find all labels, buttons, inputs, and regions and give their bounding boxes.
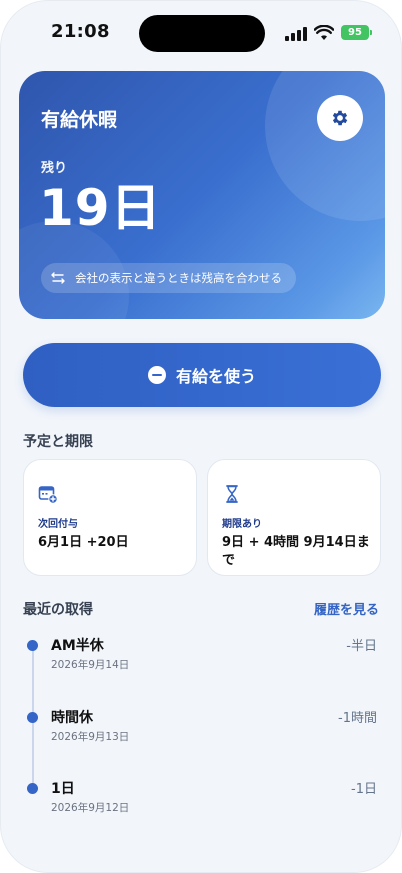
remaining-balance: 19日 — [39, 179, 162, 237]
wifi-icon — [314, 25, 334, 40]
timeline-dot — [27, 783, 38, 794]
hourglass-icon — [226, 485, 238, 503]
next-grant-value: 6月1日 +20日 — [38, 535, 129, 550]
next-grant-card[interactable]: 次回付与 6月1日 +20日 — [23, 459, 197, 576]
swap-arrows-icon — [51, 272, 65, 284]
leave-type: AM半休 — [51, 638, 104, 654]
recent-section-title: 最近の取得 — [23, 602, 93, 618]
leave-date: 2026年9月12日 — [51, 802, 130, 814]
leave-amount: -1時間 — [338, 711, 377, 726]
decorative-circle — [265, 71, 385, 221]
leave-type: 1日 — [51, 781, 75, 797]
minus-circle-icon — [147, 366, 166, 384]
cellular-signal-icon — [285, 27, 307, 41]
adjust-balance-button[interactable]: 会社の表示と違うときは残高を合わせる — [41, 263, 296, 293]
leave-type: 時間休 — [51, 710, 93, 726]
next-grant-label: 次回付与 — [38, 519, 78, 530]
timeline-dot — [27, 712, 38, 723]
list-item[interactable]: 時間休 2026年9月13日 -1時間 — [1, 707, 401, 747]
app-screen: 21:08 95 有給休暇 残り 19日 会社の表示と違うときは残高を合わせる — [0, 0, 402, 873]
leave-amount: -1日 — [351, 782, 377, 797]
use-leave-button[interactable]: 有給を使う — [23, 343, 381, 407]
remaining-label: 残り — [41, 161, 68, 176]
list-item[interactable]: 1日 2026年9月12日 -1日 — [1, 778, 401, 818]
dynamic-island — [139, 15, 265, 52]
view-history-link[interactable]: 履歴を見る — [314, 599, 379, 618]
balance-card: 有給休暇 残り 19日 会社の表示と違うときは残高を合わせる — [19, 71, 385, 319]
page-title: 有給休暇 — [41, 109, 118, 131]
list-item[interactable]: AM半休 2026年9月14日 -半日 — [1, 635, 401, 675]
calendar-plus-icon — [38, 486, 58, 504]
expiring-card[interactable]: 期限あり 9日 + 4時間 9月14日まで — [207, 459, 381, 576]
expiring-value: 9日 + 4時間 9月14日まで — [222, 535, 370, 568]
leave-date: 2026年9月13日 — [51, 731, 130, 743]
battery-indicator: 95 — [341, 25, 372, 40]
status-time: 21:08 — [51, 21, 110, 42]
adjust-balance-label: 会社の表示と違うときは残高を合わせる — [75, 271, 282, 285]
gear-icon — [332, 110, 348, 126]
timeline-dot — [27, 640, 38, 651]
settings-button[interactable] — [317, 95, 363, 141]
leave-date: 2026年9月14日 — [51, 659, 130, 671]
status-bar: 21:08 95 — [1, 1, 401, 63]
leave-amount: -半日 — [346, 639, 377, 654]
use-leave-label: 有給を使う — [175, 367, 256, 386]
expiring-label: 期限あり — [222, 519, 262, 530]
schedule-section-title: 予定と期限 — [23, 434, 93, 450]
